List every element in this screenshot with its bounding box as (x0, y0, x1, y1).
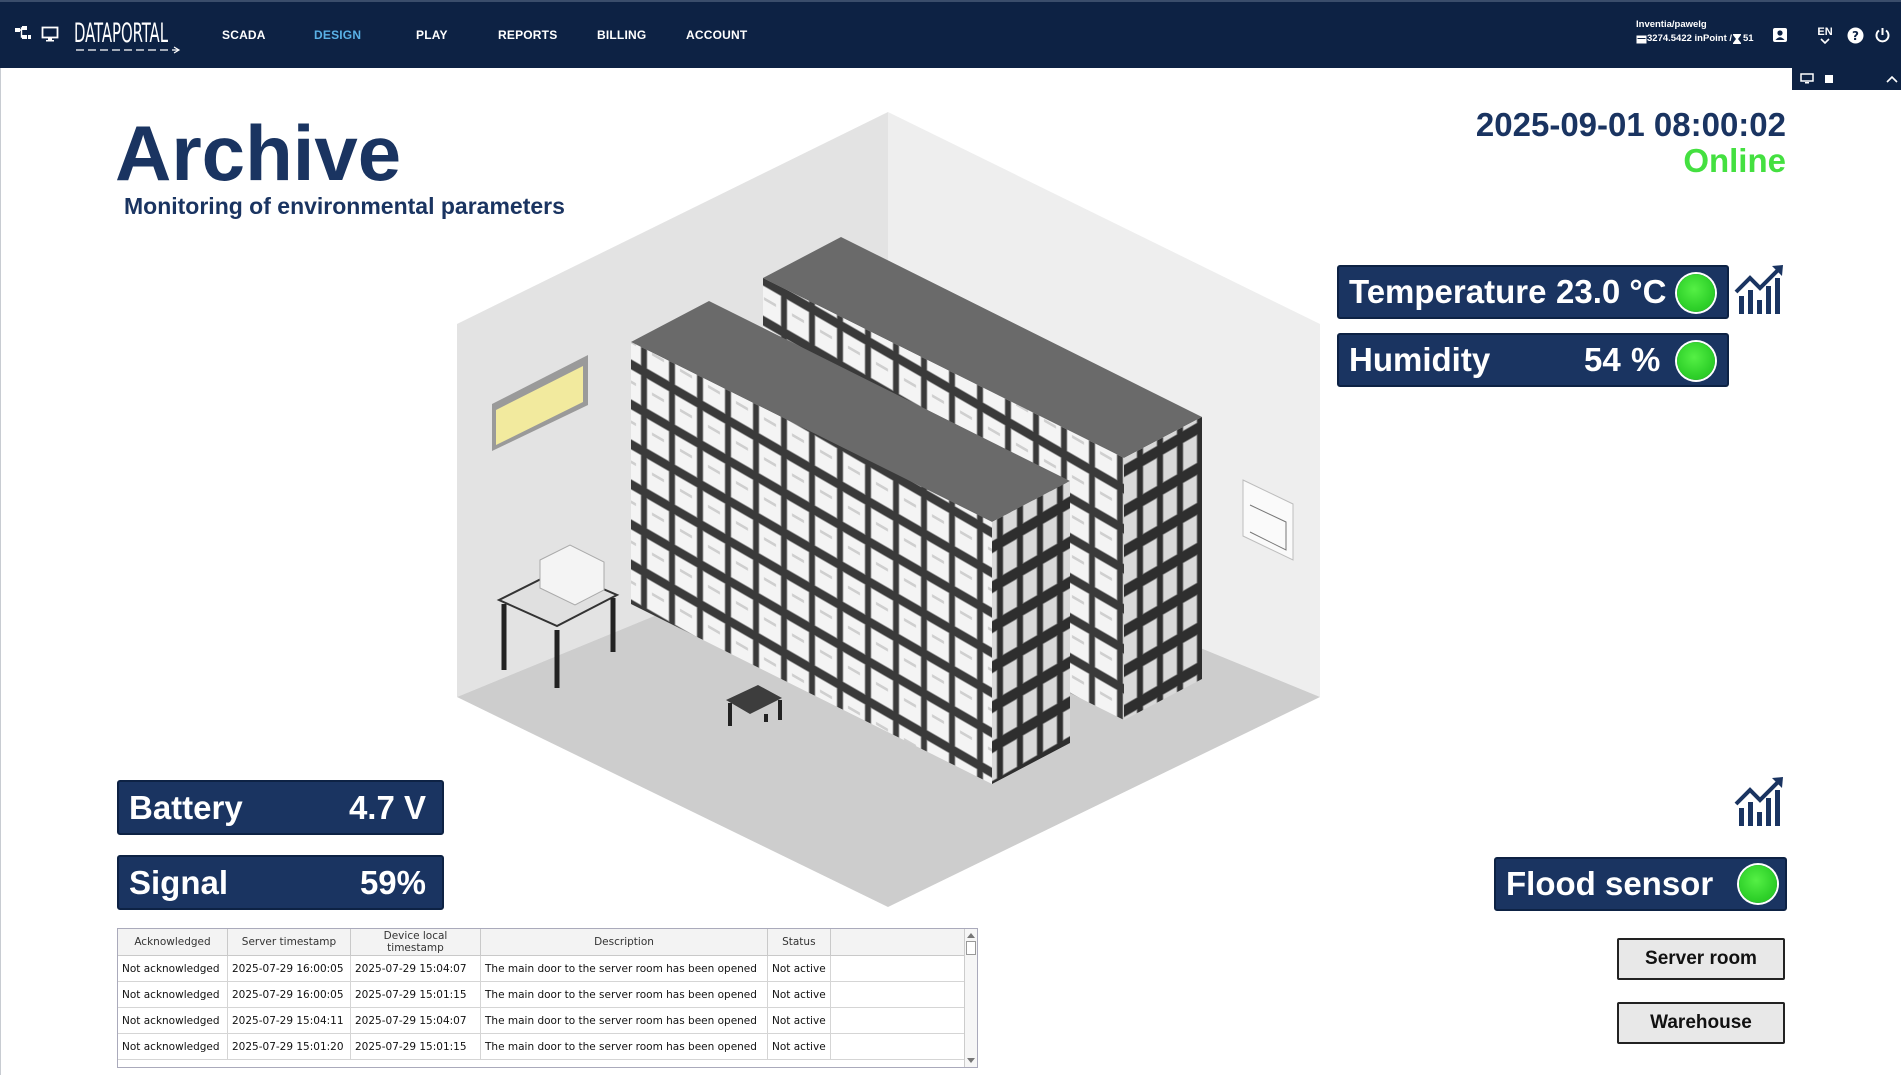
battery-label: Battery (129, 788, 243, 826)
monitor-icon[interactable] (1800, 73, 1814, 84)
front-shelf-side (992, 481, 1070, 784)
cell-device-timestamp: 2025-07-29 15:01:15 (350, 1033, 481, 1060)
temperature-status-led (1677, 274, 1715, 312)
cell-acknowledged: Not acknowledged (118, 981, 228, 1008)
connection-status: Online (1683, 142, 1786, 179)
cell-device-timestamp: 2025-07-29 15:04:07 (350, 1007, 481, 1034)
column-header-empty (830, 929, 977, 956)
page-title: Archive (115, 109, 402, 197)
dataportal-logo[interactable]: DATAPORTAL (74, 14, 182, 58)
table-row[interactable]: Not acknowledged 2025-07-29 16:00:05 202… (118, 955, 977, 982)
scroll-down-icon[interactable] (967, 1058, 975, 1064)
cell-acknowledged: Not acknowledged (118, 955, 228, 982)
balance-line: 3274.5422 inPoint / 51 (1636, 32, 1754, 46)
temperature-panel: Temperature 23.0 °C (1337, 265, 1729, 319)
svg-text:?: ? (1852, 29, 1859, 43)
cell-device-timestamp: 2025-07-29 15:01:15 (350, 981, 481, 1008)
nav-play[interactable]: PLAY (416, 2, 448, 68)
nav-billing[interactable]: BILLING (597, 2, 646, 68)
humidity-panel: Humidity 54 % (1337, 333, 1729, 387)
language-label: EN (1817, 26, 1833, 38)
flood-sensor-status-led (1739, 865, 1777, 903)
nav-account[interactable]: ACCOUNT (686, 2, 747, 68)
scroll-up-icon[interactable] (967, 932, 975, 938)
battery-panel: Battery 4.7 V (117, 780, 444, 835)
column-header-server-timestamp[interactable]: Server timestamp (227, 929, 351, 956)
back-shelf-side (1124, 417, 1202, 720)
cell-description: The main door to the server room has bee… (480, 1033, 768, 1060)
cell-empty (830, 955, 977, 982)
cell-description: The main door to the server room has bee… (480, 955, 768, 982)
server-room-button[interactable]: Server room (1617, 938, 1785, 980)
username: Inventia/pawelg (1636, 19, 1707, 30)
power-icon[interactable] (1872, 24, 1892, 46)
table-row[interactable]: Not acknowledged 2025-07-29 15:04:11 202… (118, 1007, 977, 1034)
scrollbar-thumb[interactable] (966, 941, 976, 955)
signal-label: Signal (129, 863, 229, 901)
warehouse-button[interactable]: Warehouse (1617, 1002, 1785, 1044)
column-header-description[interactable]: Description (480, 929, 768, 956)
monitor-icon[interactable] (40, 24, 60, 44)
table-row[interactable]: Not acknowledged 2025-07-29 16:00:05 202… (118, 981, 977, 1008)
flood-sensor-label: Flood sensor (1506, 865, 1714, 902)
cell-empty (830, 981, 977, 1008)
wallet-icon (1636, 35, 1647, 43)
humidity-unit: % (1631, 341, 1661, 378)
cell-empty (830, 1033, 977, 1060)
cell-status: Not active (767, 981, 831, 1008)
humidity-value: 54 (1584, 341, 1621, 378)
nav-reports[interactable]: REPORTS (498, 2, 557, 68)
cell-description: The main door to the server room has bee… (480, 981, 768, 1008)
hourglass-icon (1733, 34, 1742, 44)
cell-acknowledged: Not acknowledged (118, 1007, 228, 1034)
temperature-label: Temperature (1349, 273, 1547, 310)
language-selector[interactable]: EN (1815, 24, 1835, 46)
trend-chart-icon[interactable] (1733, 262, 1787, 316)
signal-value: 59% (359, 863, 426, 901)
signal-panel: Signal 59% (117, 855, 444, 910)
cell-description: The main door to the server room has bee… (480, 1007, 768, 1034)
table-scrollbar[interactable] (964, 929, 977, 1067)
humidity-status-led (1677, 342, 1715, 380)
nav-design[interactable]: DESIGN (314, 2, 361, 68)
chevron-down-icon (1820, 38, 1830, 44)
view-toolbar (1792, 68, 1901, 90)
svg-text:DATAPORTAL: DATAPORTAL (74, 18, 168, 49)
hourglass-count: 51 (1743, 33, 1754, 44)
column-header-device-timestamp[interactable]: Device local timestamp (350, 929, 481, 956)
cell-status: Not active (767, 1007, 831, 1034)
archive-room-illustration (457, 112, 1320, 907)
cell-empty (830, 1007, 977, 1034)
balance-value: 3274.5422 inPoint / (1647, 33, 1733, 44)
current-datetime: 2025-09-01 08:00:02 (1475, 106, 1786, 143)
column-header-status[interactable]: Status (767, 929, 831, 956)
battery-value: 4.7 V (348, 788, 426, 826)
flood-sensor-panel: Flood sensor (1494, 857, 1787, 911)
cell-server-timestamp: 2025-07-29 16:00:05 (227, 981, 351, 1008)
table-header-row: Acknowledged Server timestamp Device loc… (118, 929, 977, 956)
cell-server-timestamp: 2025-07-29 16:00:05 (227, 955, 351, 982)
humidity-label: Humidity (1349, 341, 1491, 378)
user-card-icon[interactable] (1770, 24, 1790, 46)
cell-server-timestamp: 2025-07-29 15:04:11 (227, 1007, 351, 1034)
trend-chart-icon[interactable] (1733, 774, 1787, 828)
help-icon[interactable]: ? (1845, 24, 1865, 46)
top-navigation-bar: DATAPORTAL SCADA DESIGN PLAY REPORTS BIL… (0, 0, 1901, 68)
alarm-table[interactable]: Acknowledged Server timestamp Device loc… (117, 928, 978, 1068)
table-row[interactable]: Not acknowledged 2025-07-29 15:01:20 202… (118, 1033, 977, 1060)
cell-acknowledged: Not acknowledged (118, 1033, 228, 1060)
column-header-acknowledged[interactable]: Acknowledged (118, 929, 228, 956)
cell-status: Not active (767, 955, 831, 982)
cell-device-timestamp: 2025-07-29 15:04:07 (350, 955, 481, 982)
stop-icon[interactable] (1824, 74, 1834, 84)
cell-server-timestamp: 2025-07-29 15:01:20 (227, 1033, 351, 1060)
chevron-up-icon[interactable] (1886, 75, 1898, 83)
temperature-value: 23.0 °C (1556, 273, 1667, 310)
nav-scada[interactable]: SCADA (222, 2, 266, 68)
left-border (0, 68, 1, 1075)
user-info: Inventia/pawelg 3274.5422 inPoint / 51 (1636, 18, 1754, 46)
cell-status: Not active (767, 1033, 831, 1060)
sitemap-icon[interactable] (13, 24, 33, 44)
